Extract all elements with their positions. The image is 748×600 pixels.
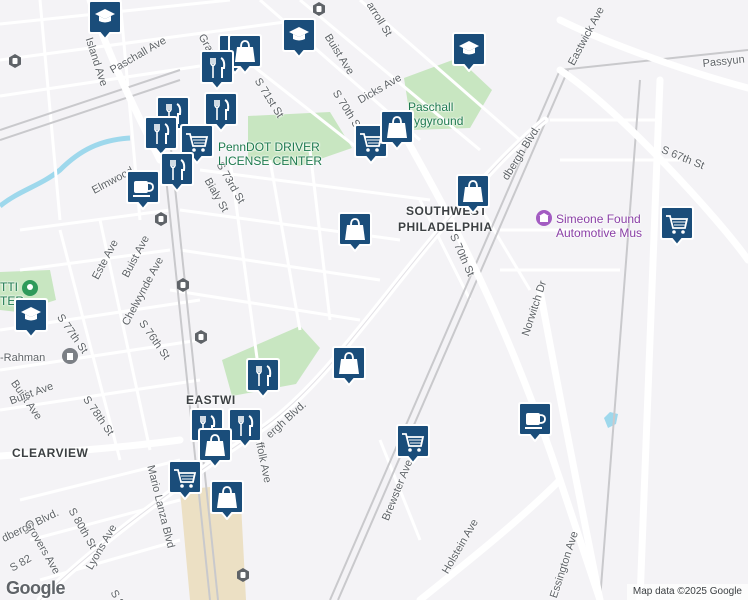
transit-stop-icon[interactable]	[236, 568, 250, 582]
place-label-penndot-2[interactable]: LICENSE CENTER	[218, 154, 322, 168]
place-label-penndot-1[interactable]: PennDOT DRIVER	[218, 140, 320, 154]
google-logo: Google	[6, 578, 66, 598]
shopping-bag-icon[interactable]	[332, 346, 366, 386]
transit-stop-icon[interactable]	[8, 54, 22, 68]
place-label-simeone-1[interactable]: Simeone Found	[556, 212, 641, 226]
transit-stop-icon[interactable]	[154, 212, 168, 226]
shopping-cart-icon[interactable]	[168, 460, 202, 500]
shopping-bag-icon[interactable]	[198, 428, 232, 468]
place-label-paschall-1[interactable]: Paschall	[408, 100, 453, 114]
transit-stop-icon[interactable]	[176, 278, 190, 292]
transit-stop-icon[interactable]	[312, 2, 326, 16]
museum-icon[interactable]	[536, 210, 558, 238]
place-label-rahman[interactable]: -Rahman	[0, 352, 45, 364]
restaurant-icon[interactable]	[200, 50, 234, 90]
neighborhood-label-philadelphia: PHILADELPHIA	[398, 220, 493, 234]
school-icon[interactable]	[88, 0, 122, 40]
map-credit: Map data ©2025 Google	[626, 584, 748, 600]
restaurant-icon[interactable]	[160, 152, 194, 192]
transit-stop-icon[interactable]	[194, 330, 208, 344]
place-label-simeone-2[interactable]: Automotive Mus	[556, 226, 642, 240]
neighborhood-label-clearview: CLEARVIEW	[12, 446, 89, 460]
map-canvas[interactable]: Grays Ave Paschall Ave Island Ave S 71st…	[0, 0, 748, 600]
shopping-bag-icon[interactable]	[338, 212, 372, 252]
shopping-cart-icon[interactable]	[660, 206, 694, 246]
coffee-icon[interactable]	[518, 402, 552, 442]
shopping-bag-icon[interactable]	[456, 174, 490, 214]
shopping-cart-icon[interactable]	[396, 424, 430, 464]
restaurant-icon[interactable]	[144, 116, 178, 156]
restaurant-icon[interactable]	[228, 408, 262, 448]
coffee-icon[interactable]	[126, 170, 160, 210]
place-label-tti[interactable]: TTI	[0, 280, 18, 294]
school-icon[interactable]	[14, 298, 48, 338]
neighborhood-label-eastwick: EASTWI	[186, 393, 236, 407]
shopping-bag-icon[interactable]	[210, 480, 244, 520]
shopping-bag-icon[interactable]	[380, 110, 414, 150]
school-icon[interactable]	[282, 18, 316, 58]
place-label-paschall-2[interactable]: ygyround	[414, 114, 463, 128]
school-icon[interactable]	[452, 32, 486, 72]
restaurant-icon[interactable]	[246, 358, 280, 398]
